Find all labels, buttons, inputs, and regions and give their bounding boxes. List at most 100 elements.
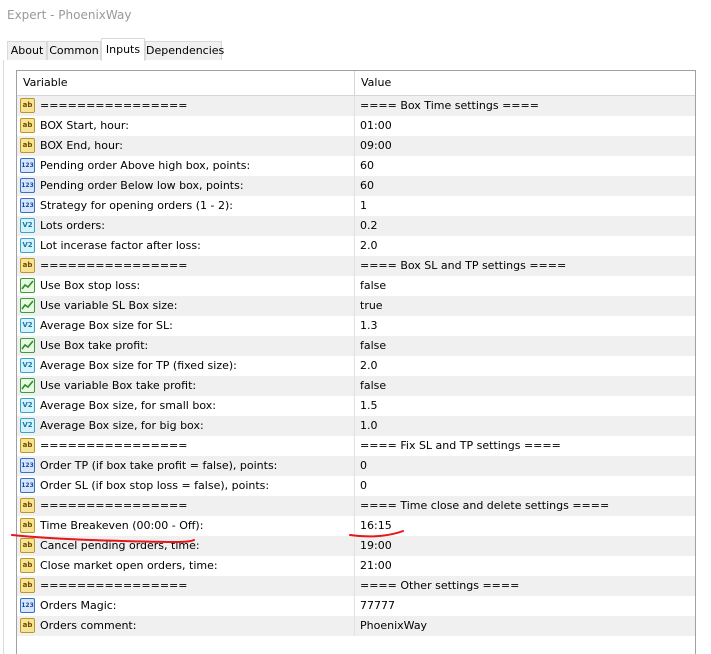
column-header-value[interactable]: Value xyxy=(355,71,695,95)
value-cell[interactable]: PhoenixWay xyxy=(355,616,695,636)
value-cell[interactable]: true xyxy=(355,296,695,316)
variable-cell: ab BOX Start, hour: xyxy=(17,116,355,136)
table-row[interactable]: ab BOX End, hour: 09:00 xyxy=(17,136,695,156)
double-type-icon: V2 xyxy=(20,358,35,373)
value-cell[interactable]: 1.5 xyxy=(355,396,695,416)
string-type-icon: ab xyxy=(20,98,35,113)
value-cell[interactable]: 2.0 xyxy=(355,356,695,376)
variable-cell: V2 Average Box size for TP (fixed size): xyxy=(17,356,355,376)
tab-label: Inputs xyxy=(105,43,141,56)
table-row[interactable]: 123 Strategy for opening orders (1 - 2): 1 xyxy=(17,196,695,216)
tab-label: About xyxy=(10,44,44,57)
string-type-icon: ab xyxy=(20,498,35,513)
variable-label: Close market open orders, time: xyxy=(40,559,218,572)
variable-label: Cancel pending orders, time: xyxy=(40,539,200,552)
table-row[interactable]: ab Orders comment: PhoenixWay xyxy=(17,616,695,636)
variable-cell: Use variable Box take profit: xyxy=(17,376,355,396)
value-cell[interactable]: 0 xyxy=(355,456,695,476)
tab-dependencies[interactable]: Dependencies xyxy=(145,41,224,60)
value-cell[interactable]: ==== Fix SL and TP settings ==== xyxy=(355,436,695,456)
tab-inputs[interactable]: Inputs xyxy=(101,38,145,61)
table-row[interactable]: ab ================ ==== Fix SL and TP set… xyxy=(17,436,695,456)
value-cell[interactable]: 60 xyxy=(355,176,695,196)
value-cell[interactable]: ==== Other settings ==== xyxy=(355,576,695,596)
value-cell[interactable]: 1.0 xyxy=(355,416,695,436)
value-cell[interactable]: 09:00 xyxy=(355,136,695,156)
variable-cell: ab Time Breakeven (00:00 - Off): xyxy=(17,516,355,536)
value-cell[interactable]: 1.3 xyxy=(355,316,695,336)
variable-label: Time Breakeven (00:00 - Off): xyxy=(40,519,204,532)
window-title: Expert - PhoenixWay xyxy=(7,8,132,22)
variable-cell: Use Box stop loss: xyxy=(17,276,355,296)
value-cell[interactable]: 0.2 xyxy=(355,216,695,236)
table-row[interactable]: V2 Average Box size for SL: 1.3 xyxy=(17,316,695,336)
value-cell[interactable]: 0 xyxy=(355,476,695,496)
string-type-icon: ab xyxy=(20,438,35,453)
variable-cell: 123 Pending order Above high box, points: xyxy=(17,156,355,176)
variable-cell: ab ================ xyxy=(17,256,355,276)
table-row[interactable]: V2 Lots orders: 0.2 xyxy=(17,216,695,236)
table-row[interactable]: ab BOX Start, hour: 01:00 xyxy=(17,116,695,136)
value-cell[interactable]: 16:15 xyxy=(355,516,695,536)
value-cell[interactable]: 01:00 xyxy=(355,116,695,136)
table-row[interactable]: V2 Lot incerase factor after loss: 2.0 xyxy=(17,236,695,256)
value-cell[interactable]: ==== Box Time settings ==== xyxy=(355,96,695,116)
table-row[interactable]: 123 Order TP (if box take profit = false)… xyxy=(17,456,695,476)
value-cell[interactable]: ==== Box SL and TP settings ==== xyxy=(355,256,695,276)
variable-label: BOX End, hour: xyxy=(40,139,123,152)
double-type-icon: V2 xyxy=(20,418,35,433)
value-cell[interactable]: 60 xyxy=(355,156,695,176)
value-cell[interactable]: false xyxy=(355,276,695,296)
tab-common[interactable]: Common xyxy=(47,41,101,60)
variable-cell: V2 Average Box size, for small box: xyxy=(17,396,355,416)
bool-type-icon xyxy=(20,278,35,293)
variable-label: Average Box size for SL: xyxy=(40,319,173,332)
table-row[interactable]: 123 Pending order Below low box, points: 6… xyxy=(17,176,695,196)
table-row[interactable]: ab Close market open orders, time: 21:00 xyxy=(17,556,695,576)
double-type-icon: V2 xyxy=(20,238,35,253)
table-row[interactable]: ab ================ ==== Box SL and TP set… xyxy=(17,256,695,276)
value-cell[interactable]: false xyxy=(355,376,695,396)
table-row[interactable]: ab ================ ==== Box Time settings… xyxy=(17,96,695,116)
variable-label: Use Box take profit: xyxy=(40,339,149,352)
variable-label: Use Box stop loss: xyxy=(40,279,141,292)
variable-label: Lots orders: xyxy=(40,219,105,232)
string-type-icon: ab xyxy=(20,578,35,593)
table-row[interactable]: ab ================ ==== Other settings ==… xyxy=(17,576,695,596)
string-type-icon: ab xyxy=(20,558,35,573)
table-row[interactable]: ab Time Breakeven (00:00 - Off): 16:15 xyxy=(17,516,695,536)
table-row[interactable]: Use Box take profit: false xyxy=(17,336,695,356)
variable-cell: 123 Order SL (if box stop loss = false), … xyxy=(17,476,355,496)
value-cell[interactable]: 19:00 xyxy=(355,536,695,556)
value-cell[interactable]: 77777 xyxy=(355,596,695,616)
table-row[interactable]: Use variable SL Box size: true xyxy=(17,296,695,316)
integer-type-icon: 123 xyxy=(20,158,35,173)
variable-cell: ab ================ xyxy=(17,96,355,116)
tab-about[interactable]: About xyxy=(7,41,47,60)
table-row[interactable]: 123 Order SL (if box stop loss = false), … xyxy=(17,476,695,496)
variable-label: Orders comment: xyxy=(40,619,137,632)
value-cell[interactable]: 1 xyxy=(355,196,695,216)
value-cell[interactable]: 2.0 xyxy=(355,236,695,256)
table-row[interactable]: Use variable Box take profit: false xyxy=(17,376,695,396)
value-cell[interactable]: false xyxy=(355,336,695,356)
table-row[interactable]: V2 Average Box size, for big box: 1.0 xyxy=(17,416,695,436)
value-cell[interactable]: 21:00 xyxy=(355,556,695,576)
column-header-variable[interactable]: Variable xyxy=(17,71,355,95)
table-row[interactable]: Use Box stop loss: false xyxy=(17,276,695,296)
table-row[interactable]: ab ================ ==== Time close and de… xyxy=(17,496,695,516)
value-cell[interactable]: ==== Time close and delete settings ==== xyxy=(355,496,695,516)
variable-cell: ab Cancel pending orders, time: xyxy=(17,536,355,556)
variable-cell: ab ================ xyxy=(17,436,355,456)
table-row[interactable]: V2 Average Box size for TP (fixed size): 2… xyxy=(17,356,695,376)
column-header-label: Variable xyxy=(23,76,68,89)
table-body: ab ================ ==== Box Time settings… xyxy=(17,96,695,636)
table-row[interactable]: ab Cancel pending orders, time: 19:00 xyxy=(17,536,695,556)
inputs-table[interactable]: Variable Value ab ================ ==== Bo… xyxy=(16,70,696,654)
variable-cell: Use variable SL Box size: xyxy=(17,296,355,316)
table-row[interactable]: V2 Average Box size, for small box: 1.5 xyxy=(17,396,695,416)
table-row[interactable]: 123 Pending order Above high box, points:… xyxy=(17,156,695,176)
tab-label: Common xyxy=(49,44,99,57)
variable-label: Lot incerase factor after loss: xyxy=(40,239,201,252)
table-row[interactable]: 123 Orders Magic: 77777 xyxy=(17,596,695,616)
